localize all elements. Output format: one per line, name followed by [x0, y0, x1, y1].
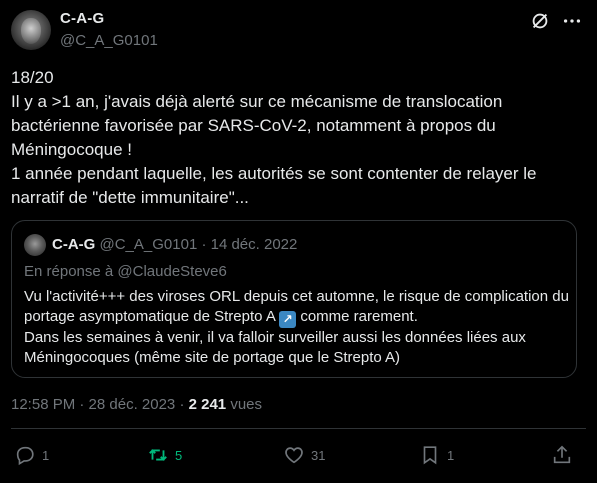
like-icon: [285, 447, 303, 464]
divider: [11, 428, 586, 429]
more-icon[interactable]: [561, 10, 583, 32]
tweet: C-A-G @C_A_G0101 18/20 Il y a >1 an, j'a…: [0, 0, 597, 483]
retweet-icon: [149, 449, 167, 461]
quote-header: C-A-G @C_A_G0101 · 14 déc. 2022: [52, 236, 297, 253]
bookmark-icon: [423, 446, 437, 465]
share-button[interactable]: [551, 443, 573, 467]
tweet-line: Il y a >1 an, j'avais déjà alerté sur ce…: [11, 92, 503, 159]
tweet-line: 1 année pendant laquelle, les autorités …: [11, 164, 537, 207]
display-name[interactable]: C-A-G: [60, 10, 104, 27]
reply-icon: [16, 446, 34, 466]
bookmark-count: 1: [447, 447, 455, 463]
quote-text-line2: Dans les semaines à venir, il va falloir…: [24, 329, 526, 366]
quote-meta: @C_A_G0101 · 14 déc. 2022: [99, 236, 298, 253]
avatar[interactable]: [11, 10, 51, 50]
quote-text: Vu l'activité+++ des viroses ORL depuis …: [24, 287, 569, 368]
arrow-up-right-icon: ↗: [279, 311, 297, 328]
quote-text-part2: comme rarement.: [296, 308, 418, 325]
views-count: 2 241: [188, 396, 227, 413]
handle[interactable]: @C_A_G0101: [60, 32, 158, 49]
reply-count: 1: [42, 447, 50, 463]
bookmark-button[interactable]: 1: [419, 443, 454, 467]
tweet-line: 18/20: [11, 68, 54, 87]
grok-icon[interactable]: [529, 10, 551, 32]
retweet-button[interactable]: 5: [147, 443, 182, 467]
quoted-tweet[interactable]: C-A-G @C_A_G0101 · 14 déc. 2022 En répon…: [11, 220, 577, 378]
timestamp-line: 12:58 PM · 28 déc. 2023 · 2 241 vues: [11, 396, 262, 413]
like-button[interactable]: 31: [283, 443, 325, 467]
quote-display-name: C-A-G: [52, 236, 96, 253]
retweet-count: 5: [175, 447, 183, 463]
tweet-text: 18/20 Il y a >1 an, j'avais déjà alerté …: [11, 66, 581, 210]
quote-avatar: [24, 234, 46, 256]
timestamp[interactable]: 12:58 PM · 28 déc. 2023 ·: [11, 396, 189, 413]
quote-reply-to: En réponse à @ClaudeSteve6: [24, 263, 227, 280]
like-count: 31: [311, 447, 326, 463]
views-label: vues: [226, 396, 263, 413]
reply-button[interactable]: 1: [14, 443, 49, 467]
share-icon: [553, 445, 571, 464]
